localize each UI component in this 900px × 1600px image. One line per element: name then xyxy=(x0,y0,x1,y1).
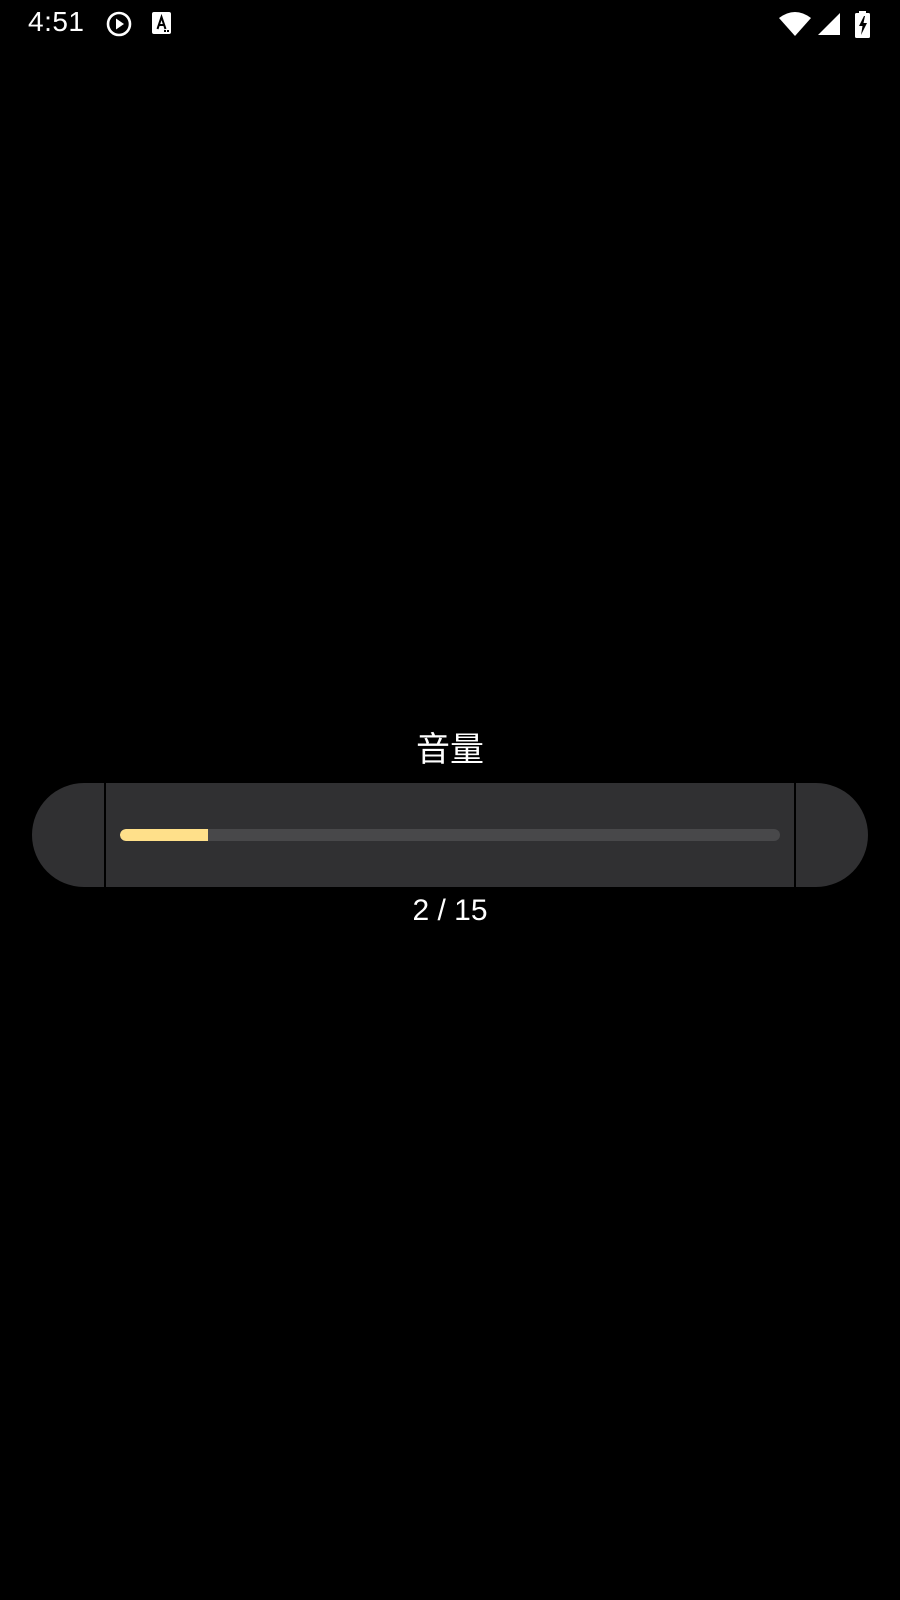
text-a-icon xyxy=(150,10,178,38)
volume-readout: 2 / 15 xyxy=(412,894,488,927)
volume-slider-track[interactable] xyxy=(120,829,780,841)
volume-slider-fill xyxy=(120,829,208,841)
play-circle-icon xyxy=(105,10,133,38)
status-time: 4:51 xyxy=(28,6,85,37)
wifi-icon xyxy=(778,10,812,38)
volume-title: 音量 xyxy=(416,730,484,770)
status-bar: 4:51 xyxy=(0,0,900,48)
volume-slider-panel[interactable] xyxy=(106,783,794,887)
volume-increase-button[interactable] xyxy=(796,783,868,887)
volume-decrease-button[interactable] xyxy=(32,783,104,887)
volume-control xyxy=(32,783,868,887)
cell-signal-icon xyxy=(816,10,842,38)
battery-charging-icon xyxy=(853,10,873,38)
